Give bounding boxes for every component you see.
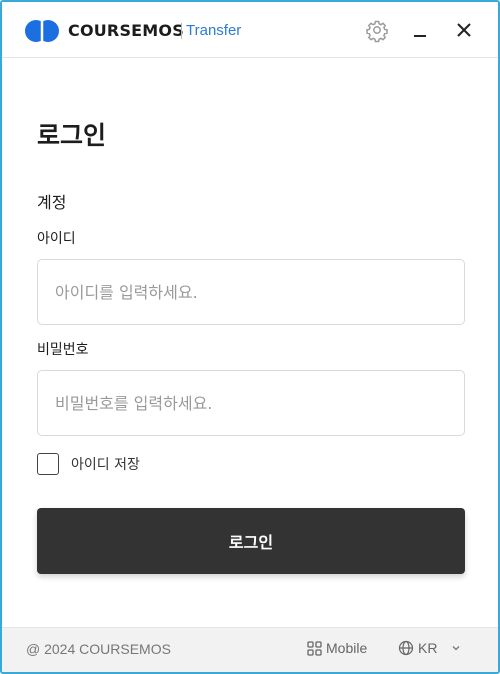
gear-icon xyxy=(366,20,388,43)
brand-divider xyxy=(181,23,182,39)
password-label: 비밀번호 xyxy=(37,342,89,358)
minimize-button[interactable] xyxy=(406,16,434,44)
app-window: COURSEMOS Transfer 로그인 계정 아이디 비 xyxy=(0,0,500,674)
checkbox-box[interactable] xyxy=(37,453,59,475)
minimize-icon xyxy=(414,35,426,37)
footer: @ 2024 COURSEMOS Mobile KR xyxy=(2,627,498,672)
close-icon xyxy=(457,23,471,37)
id-label: 아이디 xyxy=(37,231,76,247)
copyright-text: @ 2024 COURSEMOS xyxy=(26,641,171,657)
language-label: KR xyxy=(418,640,438,656)
remember-id-label: 아이디 저장 xyxy=(71,457,140,473)
language-select[interactable]: KR xyxy=(398,640,461,656)
password-input[interactable] xyxy=(37,370,465,436)
account-section-label: 계정 xyxy=(37,193,67,212)
brand-name: COURSEMOS xyxy=(68,21,184,40)
remember-id-checkbox[interactable]: 아이디 저장 xyxy=(37,452,140,476)
page-title: 로그인 xyxy=(37,121,107,150)
globe-icon xyxy=(398,640,414,656)
id-input[interactable] xyxy=(37,259,465,325)
mobile-link[interactable]: Mobile xyxy=(307,640,367,656)
settings-button[interactable] xyxy=(363,16,391,44)
mobile-label: Mobile xyxy=(326,640,368,656)
login-button[interactable]: 로그인 xyxy=(37,508,465,574)
title-bar: COURSEMOS Transfer xyxy=(2,2,498,58)
coursemos-logo xyxy=(25,20,59,42)
product-name: Transfer xyxy=(186,22,242,39)
chevron-down-icon xyxy=(452,646,460,651)
close-button[interactable] xyxy=(450,16,478,44)
grid-icon xyxy=(307,640,322,656)
